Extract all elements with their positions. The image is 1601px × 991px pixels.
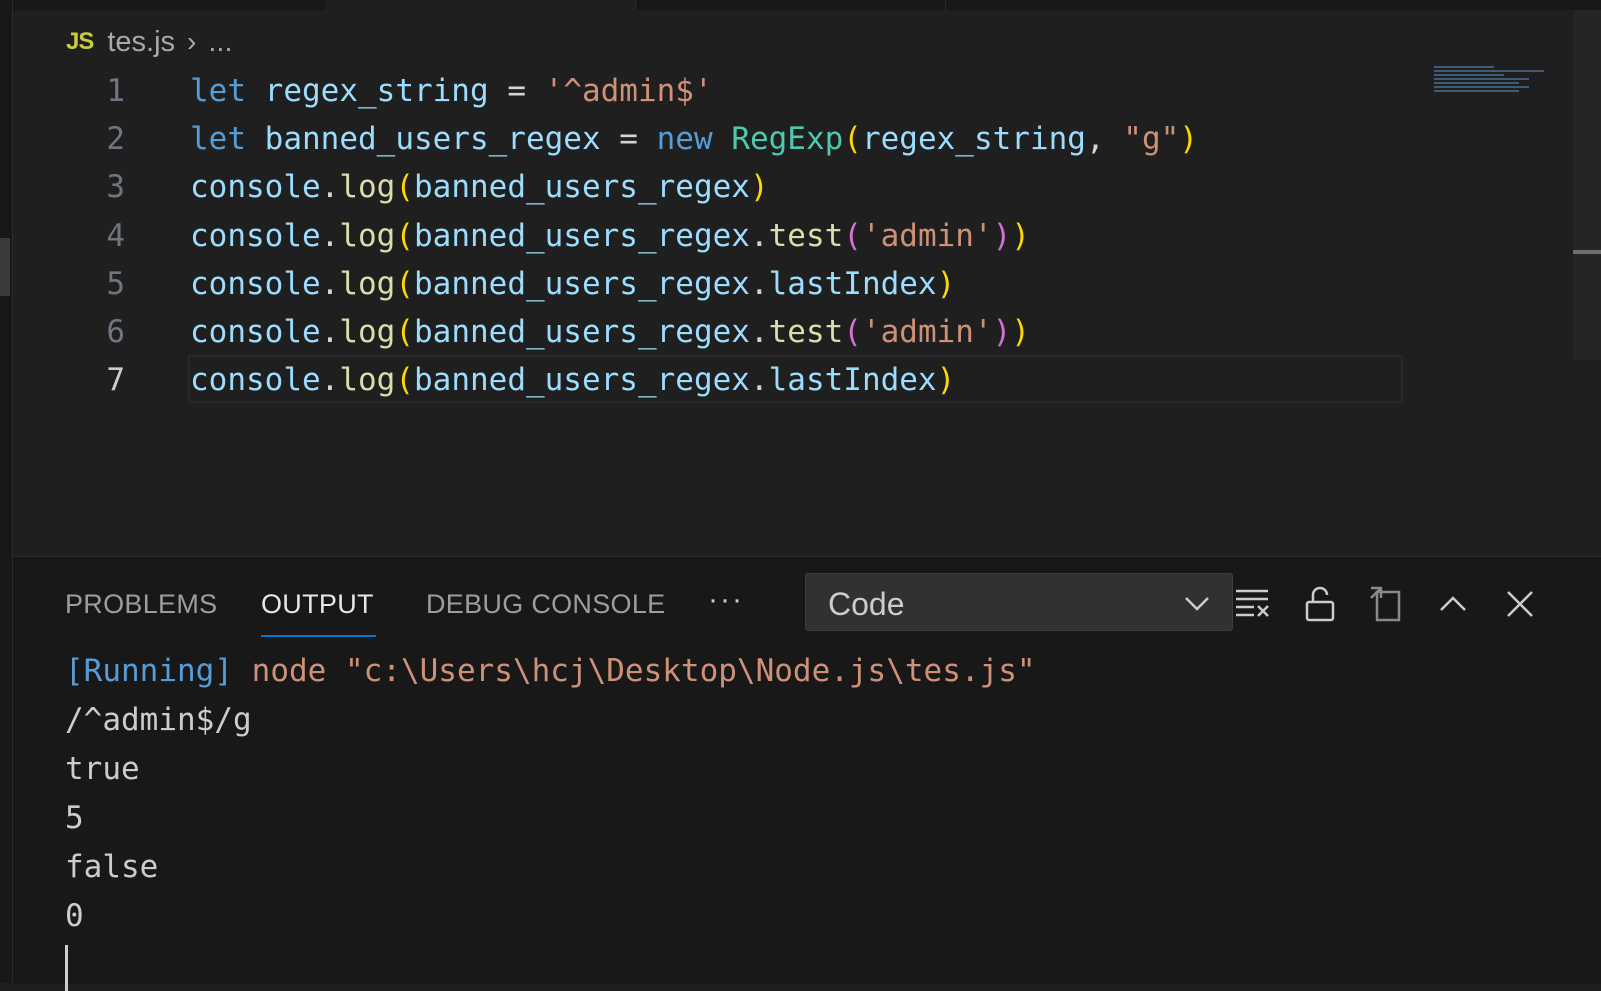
code-text: console.log(banned_users_regex.lastIndex… xyxy=(190,265,956,302)
output-channel-select[interactable]: Code xyxy=(805,573,1233,631)
scrollbar-thumb[interactable] xyxy=(1573,250,1601,254)
output-line: false xyxy=(65,849,159,885)
output-line: 5 xyxy=(65,800,84,836)
active-tab-indicator xyxy=(261,635,376,637)
chevron-down-icon xyxy=(1185,597,1209,611)
more-actions-icon[interactable]: ··· xyxy=(708,583,744,617)
text-cursor xyxy=(65,945,68,991)
tab-problems[interactable]: PROBLEMS xyxy=(65,589,217,620)
lock-icon[interactable] xyxy=(1302,586,1338,622)
clear-output-icon[interactable] xyxy=(1234,586,1270,622)
code-text: console.log(banned_users_regex.lastIndex… xyxy=(190,361,956,398)
code-line[interactable]: 1 let regex_string = '^admin$' xyxy=(13,66,1433,115)
code-editor[interactable]: 1 let regex_string = '^admin$' 2 let ban… xyxy=(13,66,1573,556)
bottom-panel: PROBLEMS OUTPUT DEBUG CONSOLE ··· Code [… xyxy=(13,556,1601,991)
breadcrumb: JS tes.js › ... xyxy=(66,22,233,62)
open-in-editor-icon[interactable] xyxy=(1369,586,1405,622)
code-text: console.log(banned_users_regex.test('adm… xyxy=(190,217,1030,254)
breadcrumb-file[interactable]: tes.js xyxy=(107,26,175,59)
javascript-file-icon: JS xyxy=(66,28,94,55)
code-text: console.log(banned_users_regex) xyxy=(190,168,769,205)
tab-debug-console[interactable]: DEBUG CONSOLE xyxy=(426,589,665,620)
chevron-right-icon: › xyxy=(187,26,197,57)
close-icon[interactable] xyxy=(1502,586,1538,622)
output-channel-value: Code xyxy=(828,586,905,622)
code-line-active[interactable]: 7 console.log(banned_users_regex.lastInd… xyxy=(13,355,1433,404)
line-number: 7 xyxy=(106,361,125,398)
code-text: console.log(banned_users_regex.test('adm… xyxy=(190,313,1030,350)
tab-divider xyxy=(945,0,946,10)
line-number: 2 xyxy=(106,120,125,157)
code-line[interactable]: 3 console.log(banned_users_regex) xyxy=(13,162,1433,211)
breadcrumb-more[interactable]: ... xyxy=(208,26,232,59)
line-number: 5 xyxy=(106,265,125,302)
activity-edge xyxy=(0,0,13,983)
run-command: node "c:\Users\hcj\Desktop\Node.js\tes.j… xyxy=(251,653,1036,689)
editor-scrollbar[interactable] xyxy=(1573,10,1601,360)
scroll-marker xyxy=(0,238,10,296)
tab-output[interactable]: OUTPUT xyxy=(261,589,374,620)
tab-divider xyxy=(635,0,636,10)
output-content[interactable]: [Running] node "c:\Users\hcj\Desktop\Nod… xyxy=(65,647,1565,991)
code-text: let banned_users_regex = new RegExp(rege… xyxy=(190,120,1198,157)
line-number: 6 xyxy=(106,313,125,350)
code-line[interactable]: 4 console.log(banned_users_regex.test('a… xyxy=(13,211,1433,260)
output-line: 0 xyxy=(65,898,84,934)
code-line[interactable]: 2 let banned_users_regex = new RegExp(re… xyxy=(13,114,1433,163)
line-number: 3 xyxy=(106,168,125,205)
code-line[interactable]: 5 console.log(banned_users_regex.lastInd… xyxy=(13,259,1433,308)
code-line[interactable]: 6 console.log(banned_users_regex.test('a… xyxy=(13,307,1433,356)
line-number: 4 xyxy=(106,217,125,254)
output-line: [Running] node "c:\Users\hcj\Desktop\Nod… xyxy=(65,647,1565,696)
line-number: 1 xyxy=(106,72,125,109)
editor-tab-strip xyxy=(0,0,1601,10)
minimap[interactable] xyxy=(1434,66,1544,96)
running-tag: [Running] xyxy=(65,653,233,689)
active-tab[interactable] xyxy=(325,0,635,10)
output-line: /^admin$/g xyxy=(65,702,252,738)
maximize-panel-icon[interactable] xyxy=(1435,586,1471,622)
panel-header: PROBLEMS OUTPUT DEBUG CONSOLE ··· Code xyxy=(13,557,1601,647)
output-line: true xyxy=(65,751,140,787)
code-text: let regex_string = '^admin$' xyxy=(190,72,713,109)
